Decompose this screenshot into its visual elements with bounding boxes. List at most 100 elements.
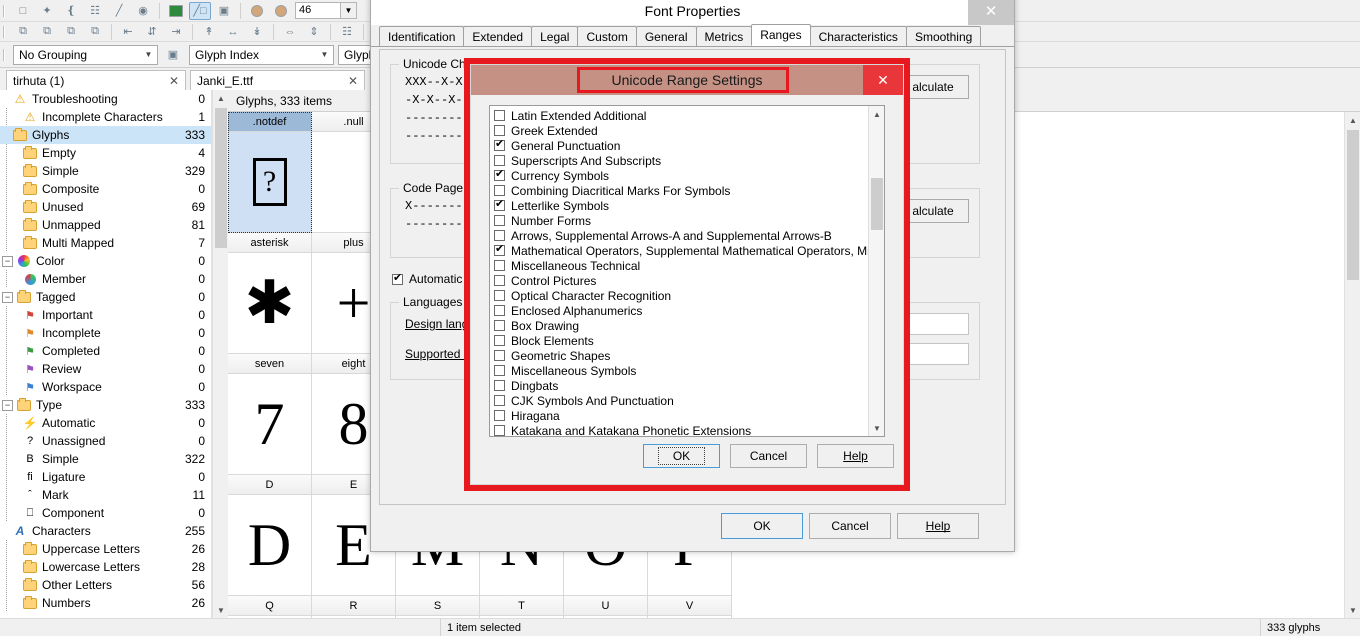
duplicate-icon-1[interactable]: ⧉	[12, 23, 34, 41]
glyph-cell-S[interactable]: SS	[396, 596, 480, 618]
range-item-18[interactable]: Dingbats	[490, 378, 868, 393]
close-icon-unicode-range-settings[interactable]: ✕	[863, 65, 903, 95]
tree-item-mark[interactable]: ˆ Mark 11	[0, 486, 211, 504]
range-item-checkbox[interactable]	[494, 198, 505, 211]
tree-item-uppercase-letters[interactable]: Uppercase Letters 26	[0, 540, 211, 558]
properties-panel-icon[interactable]: ☷	[336, 23, 358, 41]
range-item-14[interactable]: Box Drawing	[490, 318, 868, 333]
magic-tool-icon[interactable]: ◉	[132, 2, 154, 20]
tree-item-empty[interactable]: Empty 4	[0, 144, 211, 162]
glyph-scroll-up-icon[interactable]: ▲	[1345, 112, 1360, 128]
glyph-cell-seven[interactable]: seven 7	[228, 354, 312, 475]
align-left-icon[interactable]: ⇤	[117, 23, 139, 41]
tree-item-other-letters[interactable]: Other Letters 56	[0, 576, 211, 594]
font-properties-cancel-button[interactable]: Cancel	[809, 513, 891, 539]
image-tool-icon[interactable]: ▣	[213, 2, 235, 20]
range-item-9[interactable]: Mathematical Operators, Supplemental Mat…	[490, 243, 884, 258]
range-item-3[interactable]: Superscripts And Subscripts	[490, 153, 868, 168]
tree-item-incomplete-characters[interactable]: ⚠ Incomplete Characters 1	[0, 108, 211, 126]
duplicate-icon-2[interactable]: ⧉	[36, 23, 58, 41]
tree-item-workspace[interactable]: ⚑ Workspace 0	[0, 378, 211, 396]
scroll-up-icon[interactable]: ▲	[213, 90, 229, 106]
tree-item-ligature[interactable]: fi Ligature 0	[0, 468, 211, 486]
range-item-checkbox[interactable]	[494, 168, 505, 181]
unicode-range-scrollbar[interactable]: ▲ ▼	[868, 106, 884, 436]
tab-legal[interactable]: Legal	[531, 26, 579, 46]
glyph-cell-V[interactable]: VV	[648, 596, 732, 618]
glyph-cell-D[interactable]: DD	[228, 475, 312, 596]
range-item-15[interactable]: Block Elements	[490, 333, 868, 348]
tree-item-incomplete[interactable]: ⚑ Incomplete 0	[0, 324, 211, 342]
tree-item-lowercase-letters[interactable]: Lowercase Letters 28	[0, 558, 211, 576]
tree-item-characters[interactable]: A Characters 255	[0, 522, 211, 540]
range-item-1[interactable]: Greek Extended	[490, 123, 868, 138]
knife-tool-icon[interactable]: ╱	[108, 2, 130, 20]
range-item-7[interactable]: Number Forms	[490, 213, 868, 228]
tree-item-completed[interactable]: ⚑ Completed 0	[0, 342, 211, 360]
navigation-tree[interactable]: ⚠ Troubleshooting 0 ⚠ Incomplete Characters 1…	[0, 90, 212, 618]
tree-item-component[interactable]: ⎕ Component 0	[0, 504, 211, 522]
range-scrollbar-thumb[interactable]	[871, 178, 883, 230]
tree-item-glyphs[interactable]: Glyphs 333	[0, 126, 211, 144]
range-item-10[interactable]: Miscellaneous Technical	[490, 258, 868, 273]
grouping-dropdown[interactable]: No Grouping ▼	[13, 44, 158, 65]
tab-ranges[interactable]: Ranges	[751, 24, 811, 46]
unicode-range-list[interactable]: Latin Extended AdditionalGreek Extended G…	[489, 105, 885, 437]
range-scroll-down-icon[interactable]: ▼	[869, 420, 884, 436]
toolbar-grip-icon-3[interactable]	[2, 46, 8, 63]
tree-item-color[interactable]: − Color 0	[0, 252, 211, 270]
range-item-checkbox[interactable]	[494, 215, 505, 226]
tree-item-composite[interactable]: Composite 0	[0, 180, 211, 198]
tree-scrollbar-thumb[interactable]	[215, 108, 227, 248]
range-item-0[interactable]: Latin Extended Additional	[490, 108, 868, 123]
align-right-icon[interactable]: ⇥	[165, 23, 187, 41]
font-properties-ok-button[interactable]: OK	[721, 513, 803, 539]
range-item-checkbox[interactable]	[494, 395, 505, 406]
tab-custom[interactable]: Custom	[577, 26, 637, 46]
range-item-checkbox[interactable]	[494, 350, 505, 361]
unicode-range-settings-dialog[interactable]: Unicode Range Settings ✕ Latin Extended …	[470, 64, 904, 485]
range-item-8[interactable]: Arrows, Supplemental Arrows-A and Supple…	[490, 228, 868, 243]
tree-item-unassigned[interactable]: ? Unassigned 0	[0, 432, 211, 450]
range-item-5[interactable]: Combining Diacritical Marks For Symbols	[490, 183, 868, 198]
tab-metrics[interactable]: Metrics	[695, 26, 753, 46]
sort-az-icon[interactable]: ▣	[162, 46, 184, 64]
range-item-checkbox[interactable]	[494, 275, 505, 286]
glyph-cell-U[interactable]: UU	[564, 596, 648, 618]
range-item-17[interactable]: Miscellaneous Symbols	[490, 363, 868, 378]
tab-extended[interactable]: Extended	[463, 26, 533, 46]
tree-item-simple[interactable]: Simple 329	[0, 162, 211, 180]
tree-expander-icon[interactable]: −	[2, 255, 13, 267]
range-item-checkbox[interactable]	[494, 290, 505, 301]
range-item-checkbox[interactable]	[494, 230, 505, 241]
glyph-cell-asterisk[interactable]: asterisk ✱	[228, 233, 312, 354]
duplicate-icon-3[interactable]: ⧉	[60, 23, 82, 41]
glyph-cell-R[interactable]: RR	[312, 596, 396, 618]
toolbar-grip-icon-2[interactable]	[2, 23, 8, 40]
range-item-16[interactable]: Geometric Shapes	[490, 348, 868, 363]
align-center-h-icon[interactable]: ⇵	[141, 23, 163, 41]
tree-scrollbar[interactable]: ▲ ▼	[212, 90, 228, 618]
align-top-icon[interactable]: ↟	[198, 23, 220, 41]
glyph-cell-Q[interactable]: QQ	[228, 596, 312, 618]
tab-identification[interactable]: Identification	[379, 26, 465, 46]
range-item-checkbox[interactable]	[494, 320, 505, 331]
tree-item-important[interactable]: ⚑ Important 0	[0, 306, 211, 324]
close-icon-font-properties[interactable]: ✕	[968, 0, 1014, 25]
document-tab-tirhuta[interactable]: tirhuta (1) ✕	[6, 70, 186, 90]
tree-item-tagged[interactable]: − Tagged 0	[0, 288, 211, 306]
range-item-checkbox[interactable]	[494, 155, 505, 166]
tree-item-unmapped[interactable]: Unmapped 81	[0, 216, 211, 234]
tree-item-member[interactable]: Member 0	[0, 270, 211, 288]
font-properties-titlebar[interactable]: Font Properties ✕	[371, 0, 1014, 25]
range-item-13[interactable]: Enclosed Alphanumerics	[490, 303, 868, 318]
zoom-in-icon[interactable]	[246, 2, 268, 20]
zoom-out-icon[interactable]	[270, 2, 292, 20]
align-bottom-icon[interactable]: ↡	[246, 23, 268, 41]
automatic-checkbox-row[interactable]: Automatic	[392, 272, 462, 286]
range-item-4[interactable]: Currency Symbols	[490, 168, 868, 183]
range-item-checkbox[interactable]	[494, 305, 505, 316]
range-item-checkbox[interactable]	[494, 410, 505, 421]
glyph-scroll-down-icon[interactable]: ▼	[1345, 602, 1360, 618]
align-middle-icon[interactable]: ↔	[222, 23, 244, 41]
